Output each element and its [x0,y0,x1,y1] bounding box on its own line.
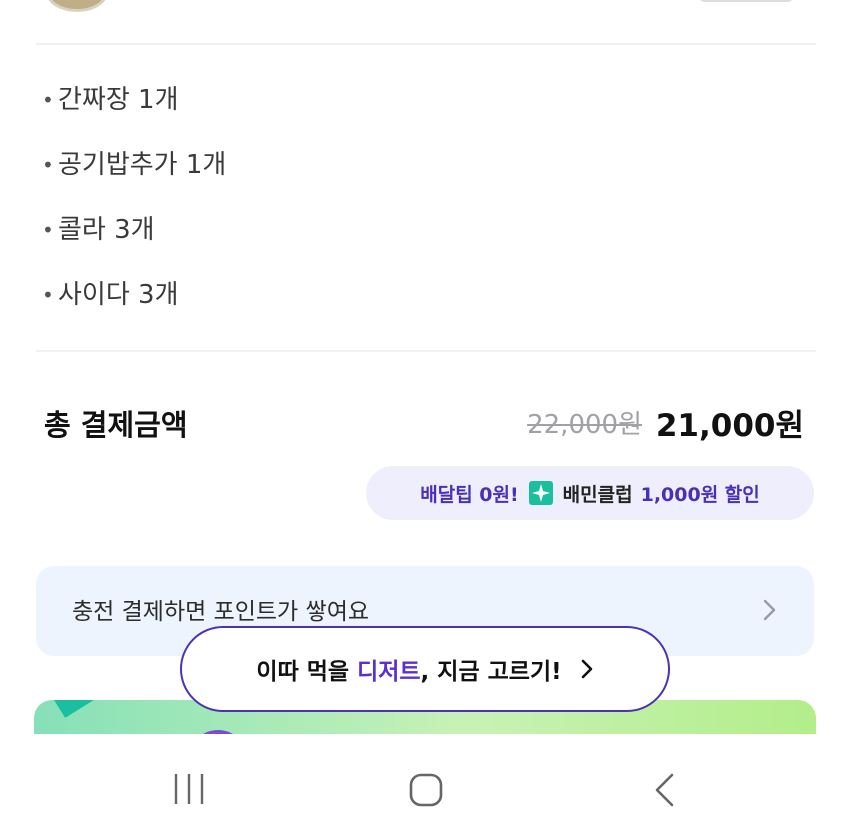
order-summary-page: • 간짜장 1개 • 공기밥추가 1개 • 콜라 3개 • 사이다 3개 총 결… [0,0,850,840]
list-item: • 공기밥추가 1개 [42,145,226,210]
bullet: • [42,283,54,307]
delivery-tip-text: 배달팁 0원! [420,483,519,506]
original-price: 22,000원 [527,410,642,440]
baemin-club-label: 배민클럽 [562,483,633,506]
bullet: • [42,88,54,112]
item-label: 콜라 3개 [58,215,155,245]
corner-ribbon [44,700,176,718]
list-item: • 간짜장 1개 [42,80,226,145]
divider [36,43,816,45]
list-item: • 사이다 3개 [42,275,226,340]
item-label: 공기밥추가 1개 [58,150,227,180]
top-pill-button[interactable] [698,0,794,2]
store-avatar [46,0,108,12]
baemin-club-sparkle-icon [528,481,553,505]
order-item-list: • 간짜장 1개 • 공기밥추가 1개 • 콜라 3개 • 사이다 3개 [42,80,226,340]
bullet: • [42,153,54,177]
final-price: 21,000원 [655,408,804,444]
dessert-text-before: 이따 먹을 [256,659,358,685]
charge-banner-text: 충전 결제하면 포인트가 쌓여요 [72,599,370,625]
dessert-highlight: 디저트 [357,659,421,685]
item-label: 사이다 3개 [58,280,179,310]
chevron-right-icon [763,599,776,621]
system-nav-bar [0,734,850,840]
item-label: 간짜장 1개 [58,85,179,115]
chevron-right-icon [581,659,592,679]
home-icon[interactable] [408,772,444,808]
list-item: • 콜라 3개 [42,210,226,275]
dessert-text-after: , 지금 고르기! [420,659,562,685]
bullet: • [42,218,54,242]
recent-apps-icon[interactable] [172,772,206,806]
back-icon[interactable] [652,772,676,808]
divider [36,350,816,352]
discount-amount: 1,000원 할인 [640,483,760,506]
total-label: 총 결제금액 [44,408,188,442]
dessert-suggestion-button[interactable]: 이따 먹을 디저트 , 지금 고르기! [180,626,670,712]
baemin-club-promo-badge: 배달팁 0원! 배민클럽 1,000원 할인 [366,466,814,520]
